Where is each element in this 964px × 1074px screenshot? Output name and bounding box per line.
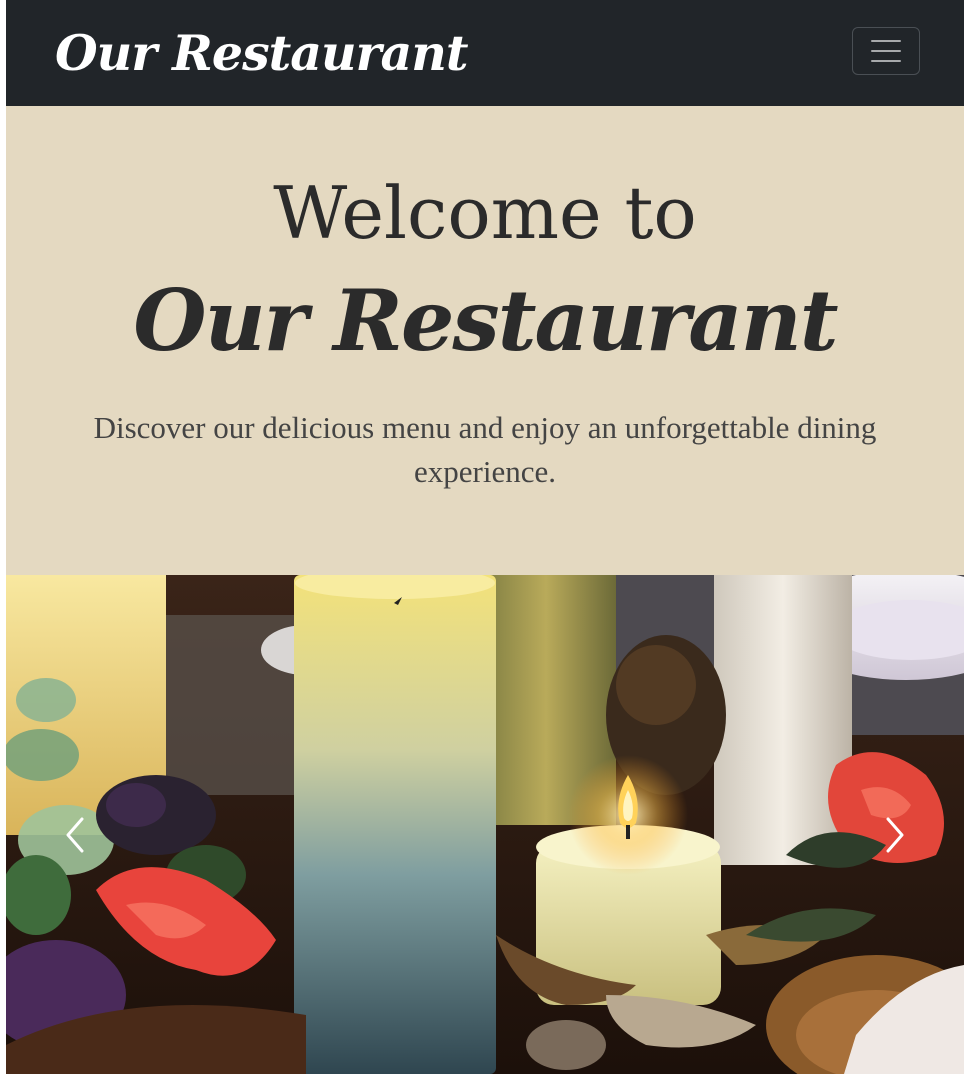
carousel-prev-button[interactable] — [46, 785, 106, 885]
image-carousel — [6, 575, 964, 1074]
hero-section: Welcome to Our Restaurant Discover our d… — [6, 106, 964, 575]
page: Our Restaurant Welcome to Our Restaurant… — [6, 0, 964, 1074]
navbar-toggler-button[interactable] — [852, 27, 920, 75]
chevron-left-icon — [66, 817, 84, 853]
hero-tagline: Discover our delicious menu and enjoy an… — [93, 410, 877, 489]
hero-welcome-heading: Welcome to — [273, 171, 697, 255]
carousel-image-candles — [6, 575, 964, 1074]
hero-restaurant-name: Our Restaurant — [133, 271, 838, 370]
brand-logo-link[interactable]: Our Restaurant — [55, 18, 469, 88]
chevron-right-icon — [886, 817, 904, 853]
carousel-next-button[interactable] — [864, 785, 924, 885]
navbar: Our Restaurant — [6, 0, 964, 106]
hamburger-menu-icon — [871, 40, 901, 62]
